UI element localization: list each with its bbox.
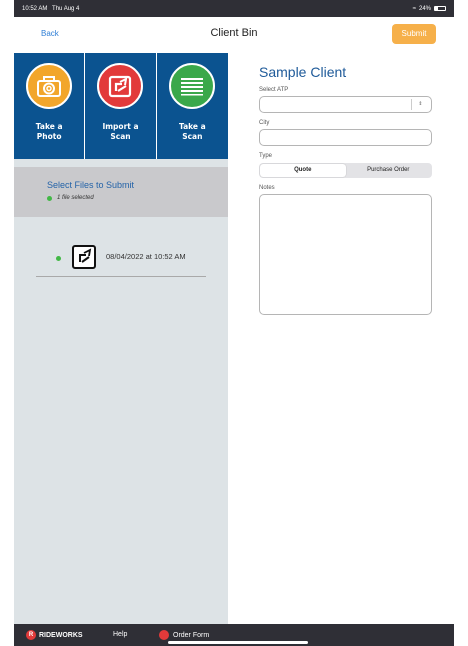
camera-icon	[26, 63, 73, 109]
import-scan-icon-svg	[109, 75, 132, 98]
camera-icon-svg	[37, 76, 62, 97]
scan-lines-icon-svg	[181, 78, 204, 96]
order-form-label: Order Form	[173, 631, 210, 639]
take-photo-tile[interactable]: Take a Photo	[14, 53, 86, 159]
client-name: Sample Client	[259, 64, 347, 80]
status-right: ≈ 24%	[413, 6, 446, 12]
type-option-quote[interactable]: Quote	[260, 164, 346, 177]
file-list-item[interactable]: 08/04/2022 at 10:52 AM	[36, 239, 206, 277]
scan-lines-icon	[169, 63, 216, 109]
left-panel: Take a Photo Import a Scan Take a Scan S…	[14, 53, 228, 624]
order-form-icon	[159, 630, 169, 640]
select-atp-label: Select ATP	[259, 87, 289, 93]
take-scan-label: Take a Scan	[178, 122, 206, 141]
file-timestamp: 08/04/2022 at 10:52 AM	[106, 252, 186, 261]
import-scan-tile[interactable]: Import a Scan	[85, 53, 157, 159]
selection-summary: Select Files to Submit 1 file selected	[14, 167, 228, 217]
take-scan-tile[interactable]: Take a Scan	[157, 53, 228, 159]
import-scan-icon	[97, 63, 144, 109]
order-form-button[interactable]: Order Form	[159, 630, 209, 640]
submit-button[interactable]: Submit	[392, 24, 436, 44]
select-atp-dropdown[interactable]: ⇕	[259, 96, 432, 113]
help-button[interactable]: Help	[113, 631, 127, 638]
notes-textarea[interactable]	[259, 194, 432, 315]
city-label: City	[259, 120, 270, 126]
rideworks-logo[interactable]: R RIDEWORKS	[26, 630, 83, 640]
status-bar: 10:52 AM Thu Aug 4 ≈ 24%	[14, 0, 454, 17]
notes-label: Notes	[259, 185, 275, 191]
nav-bar: Back Client Bin Submit	[14, 17, 454, 53]
status-time-text: 10:52 AM	[22, 5, 48, 12]
selected-count: 1 file selected	[57, 195, 94, 201]
wifi-icon: ≈	[412, 5, 416, 12]
select-files-title: Select Files to Submit	[47, 180, 135, 190]
home-indicator[interactable]	[168, 641, 308, 644]
chevron-up-down-icon: ⇕	[411, 99, 429, 110]
action-tiles: Take a Photo Import a Scan Take a Scan	[14, 53, 228, 159]
city-input[interactable]	[259, 129, 432, 146]
battery-icon	[434, 6, 446, 11]
file-selected-dot	[56, 256, 61, 261]
type-label: Type	[259, 153, 273, 159]
status-date-text: Thu Aug 4	[52, 5, 80, 12]
brand-name: RIDEWORKS	[39, 631, 83, 639]
rideworks-logo-icon: R	[26, 630, 36, 640]
take-photo-label: Take a Photo	[35, 122, 63, 141]
page-title: Client Bin	[210, 27, 258, 39]
selected-indicator-dot	[47, 196, 52, 201]
import-scan-icon	[72, 245, 96, 269]
status-time: 10:52 AM Thu Aug 4	[22, 6, 79, 12]
type-segmented-control: Quote Purchase Order	[259, 163, 432, 178]
file-scan-svg	[79, 248, 92, 263]
type-option-purchase-order[interactable]: Purchase Order	[346, 164, 432, 177]
battery-text: 24%	[418, 5, 431, 12]
import-scan-label: Import a Scan	[102, 122, 139, 141]
bottom-toolbar: R RIDEWORKS Help Order Form	[14, 624, 454, 646]
